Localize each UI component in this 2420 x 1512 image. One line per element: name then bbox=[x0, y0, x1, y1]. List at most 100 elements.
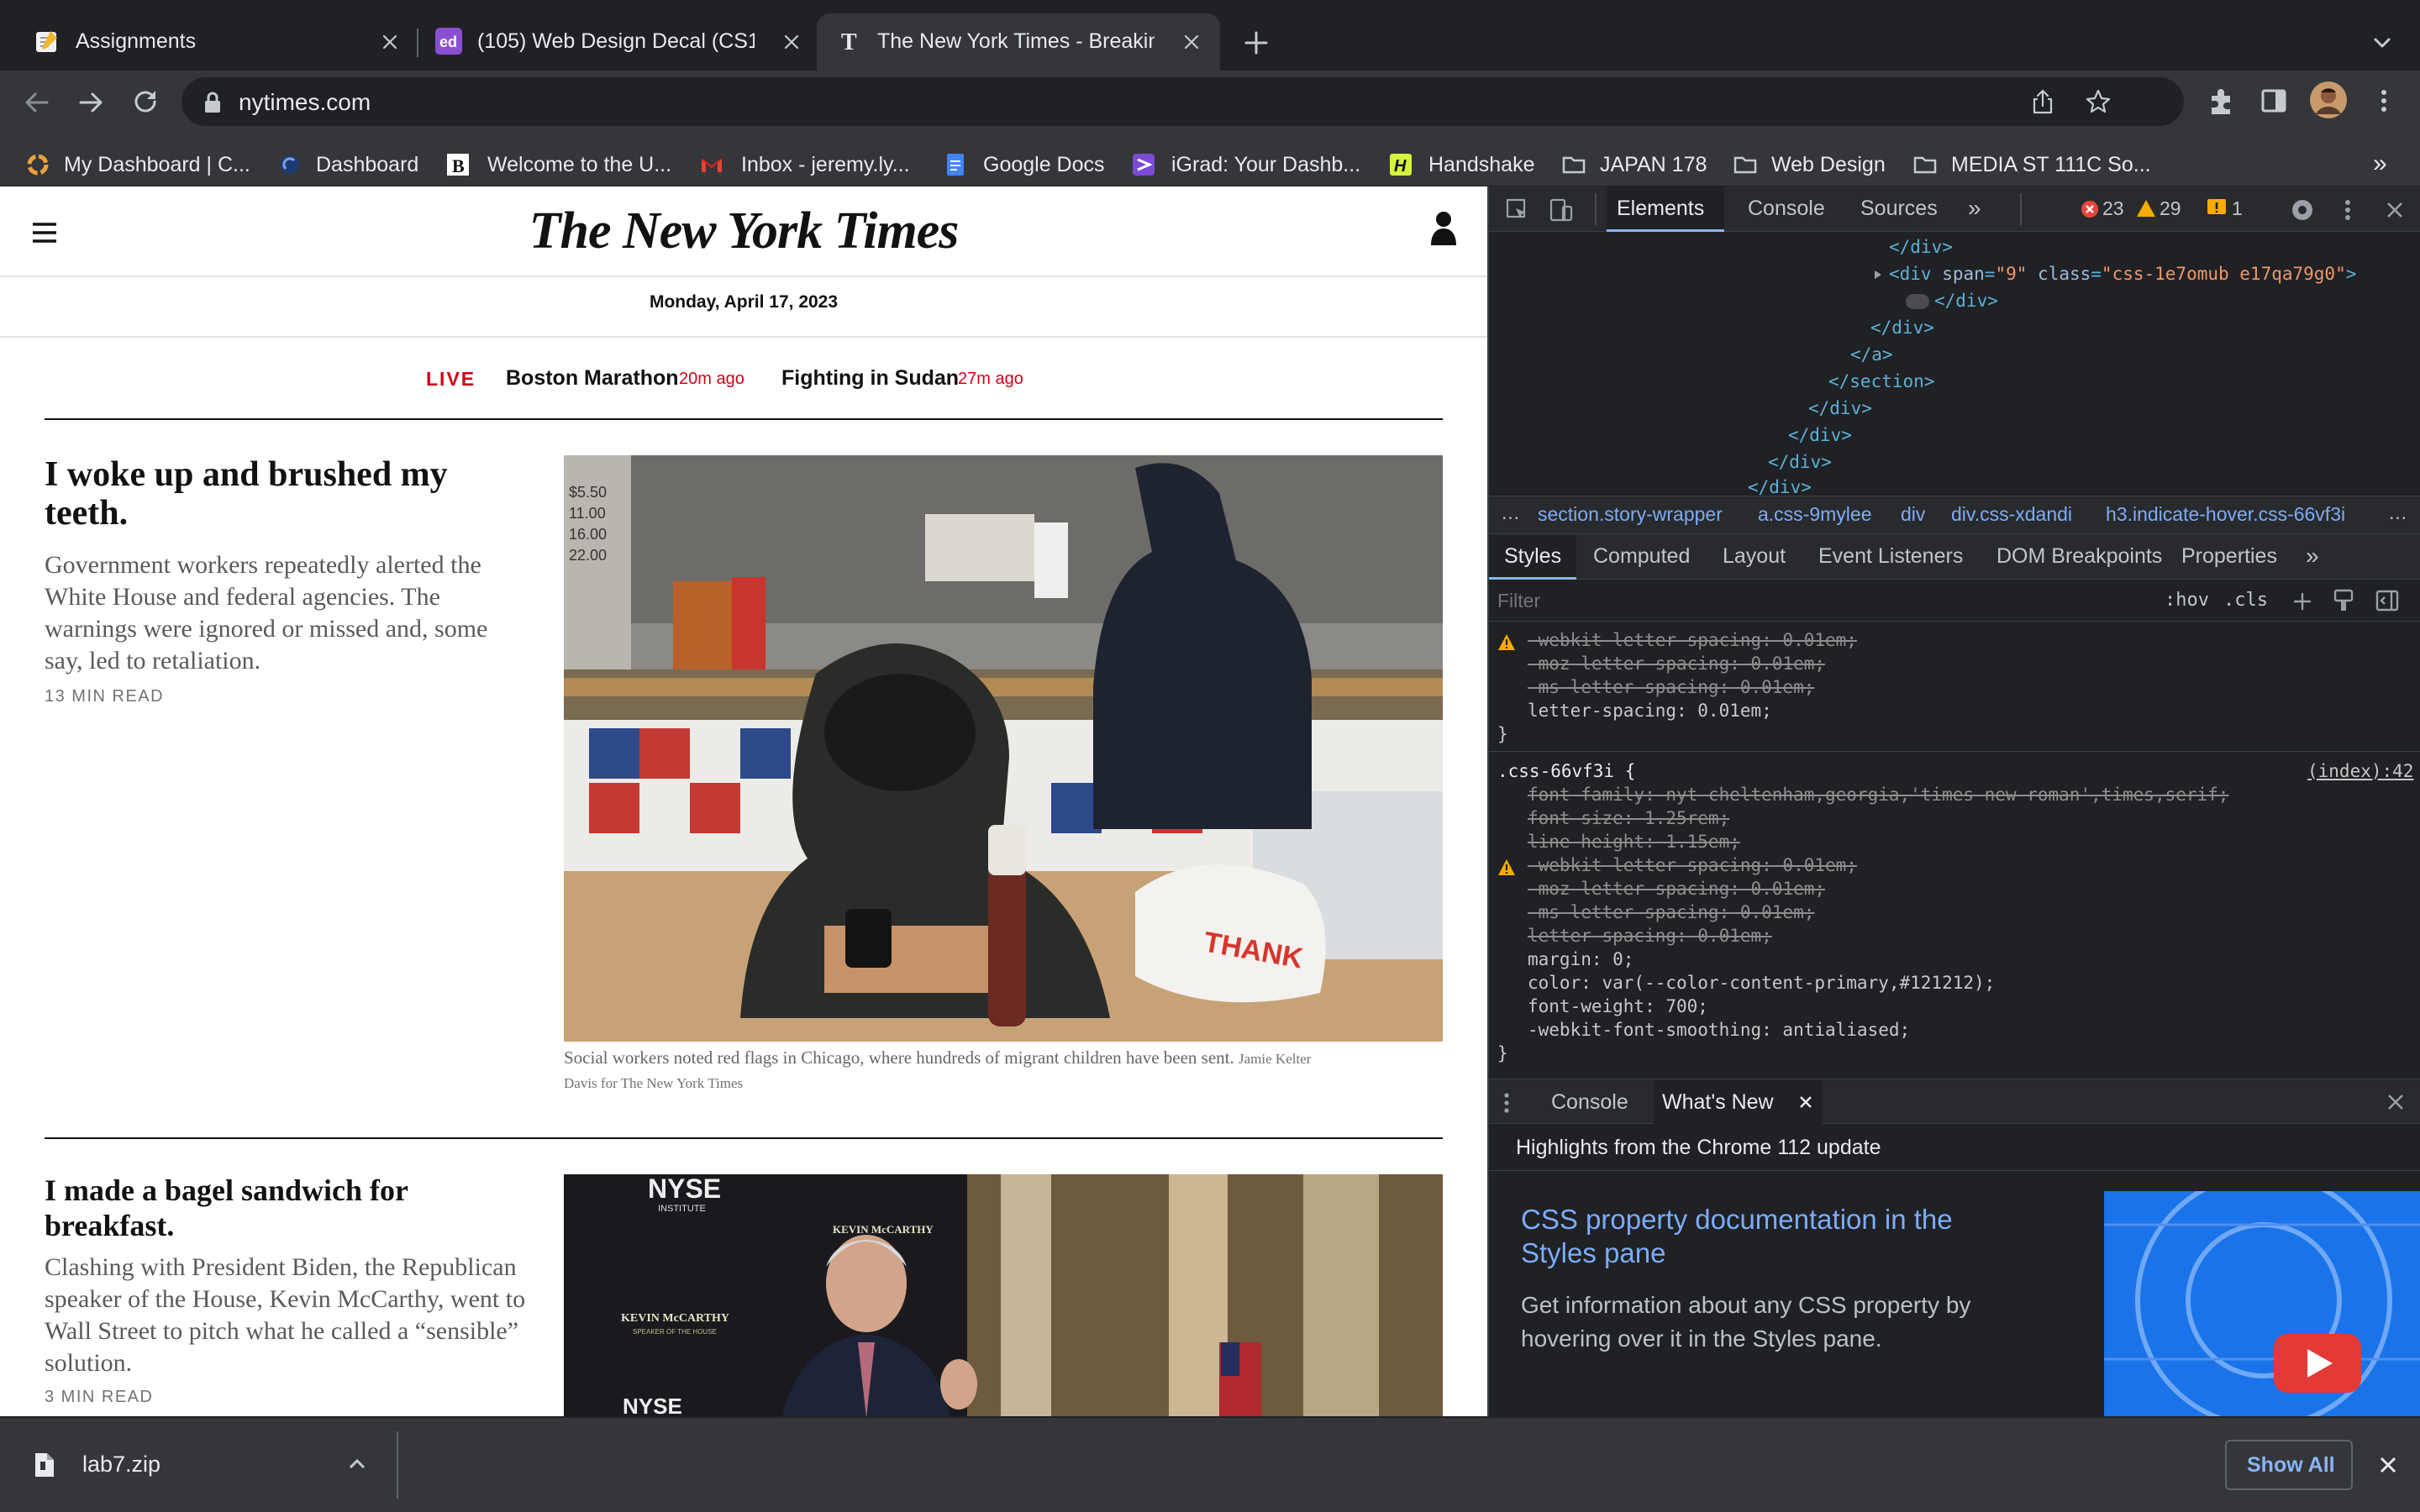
styles-filter-input[interactable] bbox=[1497, 586, 2153, 615]
device-toolbar-icon[interactable] bbox=[1548, 197, 1575, 223]
more-subtabs-button[interactable]: » bbox=[2306, 543, 2319, 570]
tab-sources[interactable]: Sources bbox=[1860, 197, 1938, 221]
reload-icon[interactable] bbox=[129, 86, 161, 118]
chevron-down-icon[interactable] bbox=[2370, 30, 2395, 55]
add-rule-plus-icon[interactable] bbox=[2291, 590, 2314, 613]
warning-count[interactable]: 29 bbox=[2160, 197, 2181, 220]
dom-line[interactable]: </div> bbox=[1870, 318, 1934, 338]
dom-line[interactable]: </div> bbox=[1808, 398, 1872, 418]
breadcrumb-more[interactable]: … bbox=[2388, 501, 2407, 524]
css-declaration[interactable]: font-family: nyt-cheltenham,georgia,'tim… bbox=[1528, 785, 2228, 805]
css-declaration[interactable]: -webkit-letter-spacing: 0.01em; bbox=[1528, 630, 1857, 650]
dom-line[interactable]: </section> bbox=[1828, 371, 1934, 391]
nyt-masthead-logo[interactable]: The New York Times bbox=[471, 202, 1017, 261]
breadcrumb-item[interactable]: section.story-wrapper bbox=[1538, 503, 1723, 526]
live-item-title[interactable]: Fighting in Sudan bbox=[781, 366, 959, 391]
forward-arrow-icon[interactable] bbox=[76, 87, 106, 118]
hov-toggle[interactable]: :hov bbox=[2165, 590, 2209, 611]
story-headline[interactable]: I made a bagel sandwich for breakfast. bbox=[45, 1173, 515, 1243]
breadcrumb-item[interactable]: h3.indicate-hover.css-66vf3i bbox=[2106, 503, 2345, 526]
close-icon[interactable] bbox=[378, 30, 402, 54]
css-declaration[interactable]: letter-spacing: 0.01em; bbox=[1528, 701, 1772, 721]
css-declaration[interactable]: -moz-letter-spacing: 0.01em; bbox=[1528, 879, 1825, 899]
close-icon[interactable] bbox=[780, 30, 803, 54]
more-menu-icon[interactable] bbox=[2338, 197, 2358, 223]
hamburger-menu-icon[interactable] bbox=[30, 220, 59, 245]
story-photo-diner[interactable]: $5.50 11.00 16.00 22.00 THANK bbox=[564, 455, 1443, 1042]
css-declaration[interactable]: margin: 0; bbox=[1528, 949, 1634, 969]
tab-elements[interactable]: Elements bbox=[1607, 186, 1724, 232]
css-declaration[interactable]: letter-spacing: 0.01em; bbox=[1528, 926, 1772, 946]
more-menu-icon[interactable] bbox=[2371, 86, 2396, 116]
close-icon[interactable] bbox=[2376, 1453, 2400, 1477]
error-count[interactable]: 23 bbox=[2102, 197, 2124, 220]
drawer-menu-icon[interactable] bbox=[1501, 1091, 1512, 1115]
source-link[interactable]: (index):42 bbox=[2307, 761, 2413, 781]
breadcrumb-more[interactable]: … bbox=[1501, 501, 1520, 524]
story-photo-mccarthy[interactable]: NYSE INSTITUTE KEVIN McCARTHY KEVIN McCA… bbox=[564, 1174, 1443, 1416]
chevron-up-icon[interactable] bbox=[346, 1455, 368, 1473]
issues-count[interactable]: 1 bbox=[2232, 197, 2243, 220]
story-headline[interactable]: I woke up and brushed my teeth. bbox=[45, 455, 515, 533]
tab-assignments[interactable]: Assignments bbox=[34, 13, 403, 71]
side-panel-icon[interactable] bbox=[2259, 86, 2289, 116]
tab-console[interactable]: Console bbox=[1748, 197, 1825, 221]
subtab-styles[interactable]: Styles bbox=[1489, 534, 1576, 580]
breadcrumb-item[interactable]: a.css-9mylee bbox=[1758, 503, 1871, 526]
share-icon[interactable] bbox=[2028, 87, 2057, 116]
paint-brush-icon[interactable] bbox=[2331, 588, 2356, 613]
subtab-computed[interactable]: Computed bbox=[1593, 544, 1690, 569]
css-selector[interactable]: .css-66vf3i { bbox=[1497, 761, 1635, 781]
dom-line[interactable]: </div> bbox=[1934, 291, 1998, 311]
bookmark-star-icon[interactable] bbox=[2084, 87, 2112, 116]
url-text[interactable]: nytimes.com bbox=[239, 89, 371, 116]
dom-line[interactable]: </div> bbox=[1889, 237, 1953, 257]
tab-web-design-decal[interactable]: ed (105) Web Design Decal (CS19 bbox=[435, 13, 805, 71]
toggle-sidebar-icon[interactable] bbox=[2375, 588, 2400, 613]
more-tabs-button[interactable]: » bbox=[1968, 195, 1981, 222]
feature-link-title[interactable]: CSS property documentation in the Styles… bbox=[1521, 1203, 2008, 1270]
gear-icon[interactable] bbox=[2289, 197, 2316, 223]
breadcrumb-item[interactable]: div bbox=[1901, 503, 1925, 526]
close-icon[interactable] bbox=[2383, 198, 2407, 222]
story-summary[interactable]: Government workers repeatedly alerted th… bbox=[45, 549, 515, 677]
extensions-puzzle-icon[interactable] bbox=[2207, 86, 2237, 116]
account-user-icon[interactable] bbox=[1428, 208, 1459, 249]
live-item-title[interactable]: Boston Marathon bbox=[506, 366, 679, 391]
breadcrumb-item[interactable]: div.css-xdandi bbox=[1951, 503, 2072, 526]
css-declaration[interactable]: font-size: 1.25rem; bbox=[1528, 808, 1729, 828]
css-declaration[interactable]: -webkit-letter-spacing: 0.01em; bbox=[1528, 855, 1857, 875]
drawer-tab-console[interactable]: Console bbox=[1551, 1090, 1628, 1115]
dom-line[interactable]: </div> bbox=[1768, 452, 1832, 472]
feature-video-thumbnail[interactable] bbox=[2104, 1191, 2420, 1416]
css-declaration[interactable]: -ms-letter-spacing: 0.01em; bbox=[1528, 677, 1814, 697]
download-item[interactable]: lab7.zip bbox=[0, 1418, 400, 1512]
close-icon[interactable] bbox=[1180, 30, 1203, 54]
subtab-layout[interactable]: Layout bbox=[1723, 544, 1786, 569]
subtab-event-listeners[interactable]: Event Listeners bbox=[1818, 544, 1963, 569]
subtab-dom-breakpoints[interactable]: DOM Breakpoints bbox=[1996, 544, 2162, 569]
expand-triangle-icon[interactable] bbox=[1872, 269, 1884, 281]
dom-line[interactable]: </a> bbox=[1850, 344, 1893, 365]
bookmarks-overflow-button[interactable]: » bbox=[2373, 150, 2387, 178]
dom-line[interactable]: </div> bbox=[1788, 425, 1852, 445]
back-arrow-icon[interactable] bbox=[22, 87, 52, 118]
css-declaration[interactable]: line-height: 1.15em; bbox=[1528, 832, 1740, 852]
dom-line[interactable]: </div> bbox=[1748, 477, 1812, 497]
profile-avatar[interactable] bbox=[2309, 81, 2348, 119]
inspect-element-icon[interactable] bbox=[1504, 197, 1531, 223]
css-declaration[interactable]: color: var(--color-content-primary,#1212… bbox=[1528, 973, 1995, 993]
css-declaration[interactable]: -moz-letter-spacing: 0.01em; bbox=[1528, 654, 1825, 674]
cls-toggle[interactable]: .cls bbox=[2223, 590, 2268, 611]
close-icon[interactable] bbox=[1797, 1093, 1815, 1111]
address-bar[interactable]: nytimes.com bbox=[182, 77, 2184, 126]
subtab-properties[interactable]: Properties bbox=[2181, 544, 2277, 569]
collapsed-ellipsis[interactable] bbox=[1906, 294, 1929, 309]
show-all-button[interactable]: Show All bbox=[2225, 1440, 2353, 1490]
css-declaration[interactable]: -webkit-font-smoothing: antialiased; bbox=[1528, 1020, 1910, 1040]
drawer-tab-whats-new[interactable]: What's New bbox=[1654, 1079, 1822, 1125]
css-declaration[interactable]: font-weight: 700; bbox=[1528, 996, 1708, 1016]
dom-line[interactable]: <div span="9" class="css-1e7omub e17qa79… bbox=[1889, 264, 2356, 284]
close-icon[interactable] bbox=[2385, 1091, 2407, 1113]
css-declaration[interactable]: -ms-letter-spacing: 0.01em; bbox=[1528, 902, 1814, 922]
